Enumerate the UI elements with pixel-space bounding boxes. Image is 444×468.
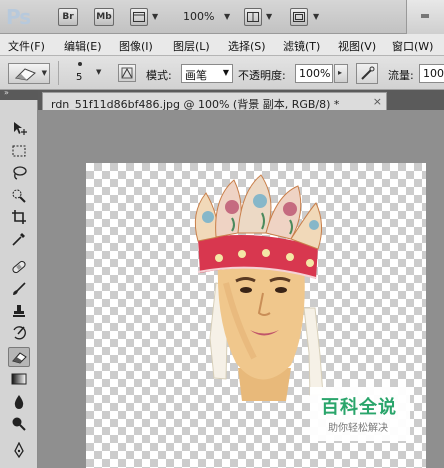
move-icon [14,122,27,135]
menu-window[interactable]: 窗口(W) [392,38,433,54]
brush-tool[interactable] [8,279,30,299]
flow-label: 流量: [388,69,414,82]
brush-icon [13,282,26,295]
close-icon[interactable]: × [373,95,382,108]
gradient-icon [11,373,27,385]
brush-dot-icon [78,62,82,66]
menu-filter[interactable]: 滤镜(T) [283,38,320,54]
gradient-tool[interactable] [8,369,30,389]
lasso-tool[interactable] [8,163,30,183]
watermark-logo: 百科全说 助你轻松解决 [310,387,410,441]
pen-icon [14,442,24,458]
minimize-icon[interactable] [419,8,431,24]
tool-preset-picker[interactable]: ▼ [8,63,50,84]
healing-tool[interactable] [8,257,30,277]
crop-icon [12,210,26,224]
watermark-title: 百科全说 [321,397,397,418]
mode-label: 模式: [146,69,172,82]
bandage-icon [12,260,26,274]
blur-drop-icon [14,395,24,409]
marquee-tool[interactable] [8,141,30,161]
eyedropper-tool[interactable] [8,229,30,249]
quick-select-tool[interactable] [8,185,30,205]
history-brush-icon [13,326,26,340]
arrange-documents-icon [247,12,259,22]
separator [58,61,59,85]
eraser-icon [12,352,27,364]
screen-mode-icon [293,12,305,22]
eyedropper-icon [12,233,25,246]
brush-panel-icon [121,67,133,79]
mode-select[interactable]: 画笔 ▼ [181,64,233,83]
view-extras-button[interactable] [130,8,148,26]
chevron-down-icon[interactable]: ▼ [224,12,230,21]
eraser-icon [14,68,36,81]
watermark-subtitle: 助你轻松解决 [328,423,388,434]
menu-bar: 文件(F) 编辑(E) 图像(I) 图层(L) 选择(S) 滤镜(T) 视图(V… [0,34,444,56]
document-tab[interactable]: rdn_51f11d86bf486.jpg @ 100% (背景 副本, RGB… [42,92,387,111]
opacity-field[interactable]: 100% [295,64,333,83]
chevron-down-icon[interactable]: ▼ [96,68,101,76]
clone-stamp-tool[interactable] [8,301,30,321]
options-bar: ▼ 5 ▼ 模式: 画笔 ▼ 不透明度: 100% ▸ 流量: 100 [0,56,444,90]
lasso-icon [13,166,27,180]
application-bar: Ps Br Mb ▼ 100% ▼ ▼ ▼ [0,0,444,34]
chevron-down-icon[interactable]: ▼ [152,12,158,21]
mini-bridge-button[interactable]: Mb [94,8,114,26]
bridge-button[interactable]: Br [58,8,78,26]
tools-panel: » [0,88,38,468]
move-tool[interactable] [8,118,30,138]
menu-edit[interactable]: 编辑(E) [64,38,102,54]
pressure-opacity-button[interactable] [356,63,378,84]
dodge-icon [12,417,26,431]
eraser-tool[interactable] [8,347,30,367]
chevron-down-icon: ▼ [222,68,229,77]
tools-panel-header[interactable]: » [0,88,38,100]
brush-size[interactable]: 5 [76,72,82,83]
pen-tool[interactable] [8,440,30,460]
flow-field[interactable]: 100 [419,64,444,83]
menu-image[interactable]: 图像(I) [119,38,153,54]
opacity-label: 不透明度: [238,69,286,82]
chevron-down-icon: ▼ [41,69,47,77]
mode-value: 画笔 [185,69,207,82]
menu-select[interactable]: 选择(S) [228,38,266,54]
chevron-right-icon: ▸ [338,68,343,77]
history-brush-tool[interactable] [8,323,30,343]
quick-select-icon [12,189,26,203]
menu-layer[interactable]: 图层(L) [173,38,210,54]
photoshop-logo: Ps [6,5,31,29]
brush-panel-toggle[interactable] [118,64,136,82]
crop-tool[interactable] [8,207,30,227]
screen-mode-button[interactable] [290,8,308,26]
document-tab-bar: rdn_51f11d86bf486.jpg @ 100% (背景 副本, RGB… [38,90,444,111]
menu-file[interactable]: 文件(F) [8,38,45,54]
collapse-icon[interactable]: » [4,88,9,97]
menu-view[interactable]: 视图(V) [338,38,376,54]
chevron-down-icon[interactable]: ▼ [313,12,319,21]
opacity-slider-button[interactable]: ▸ [334,64,348,83]
arrange-documents-button[interactable] [244,8,262,26]
dodge-tool[interactable] [8,414,30,434]
marquee-icon [12,145,26,157]
chevron-down-icon[interactable]: ▼ [266,12,272,21]
view-extras-icon [133,12,145,22]
zoom-level[interactable]: 100% [183,10,214,23]
window-controls[interactable] [406,0,444,34]
pen-pressure-icon [361,66,375,80]
blur-tool[interactable] [8,392,30,412]
stamp-icon [13,305,25,317]
